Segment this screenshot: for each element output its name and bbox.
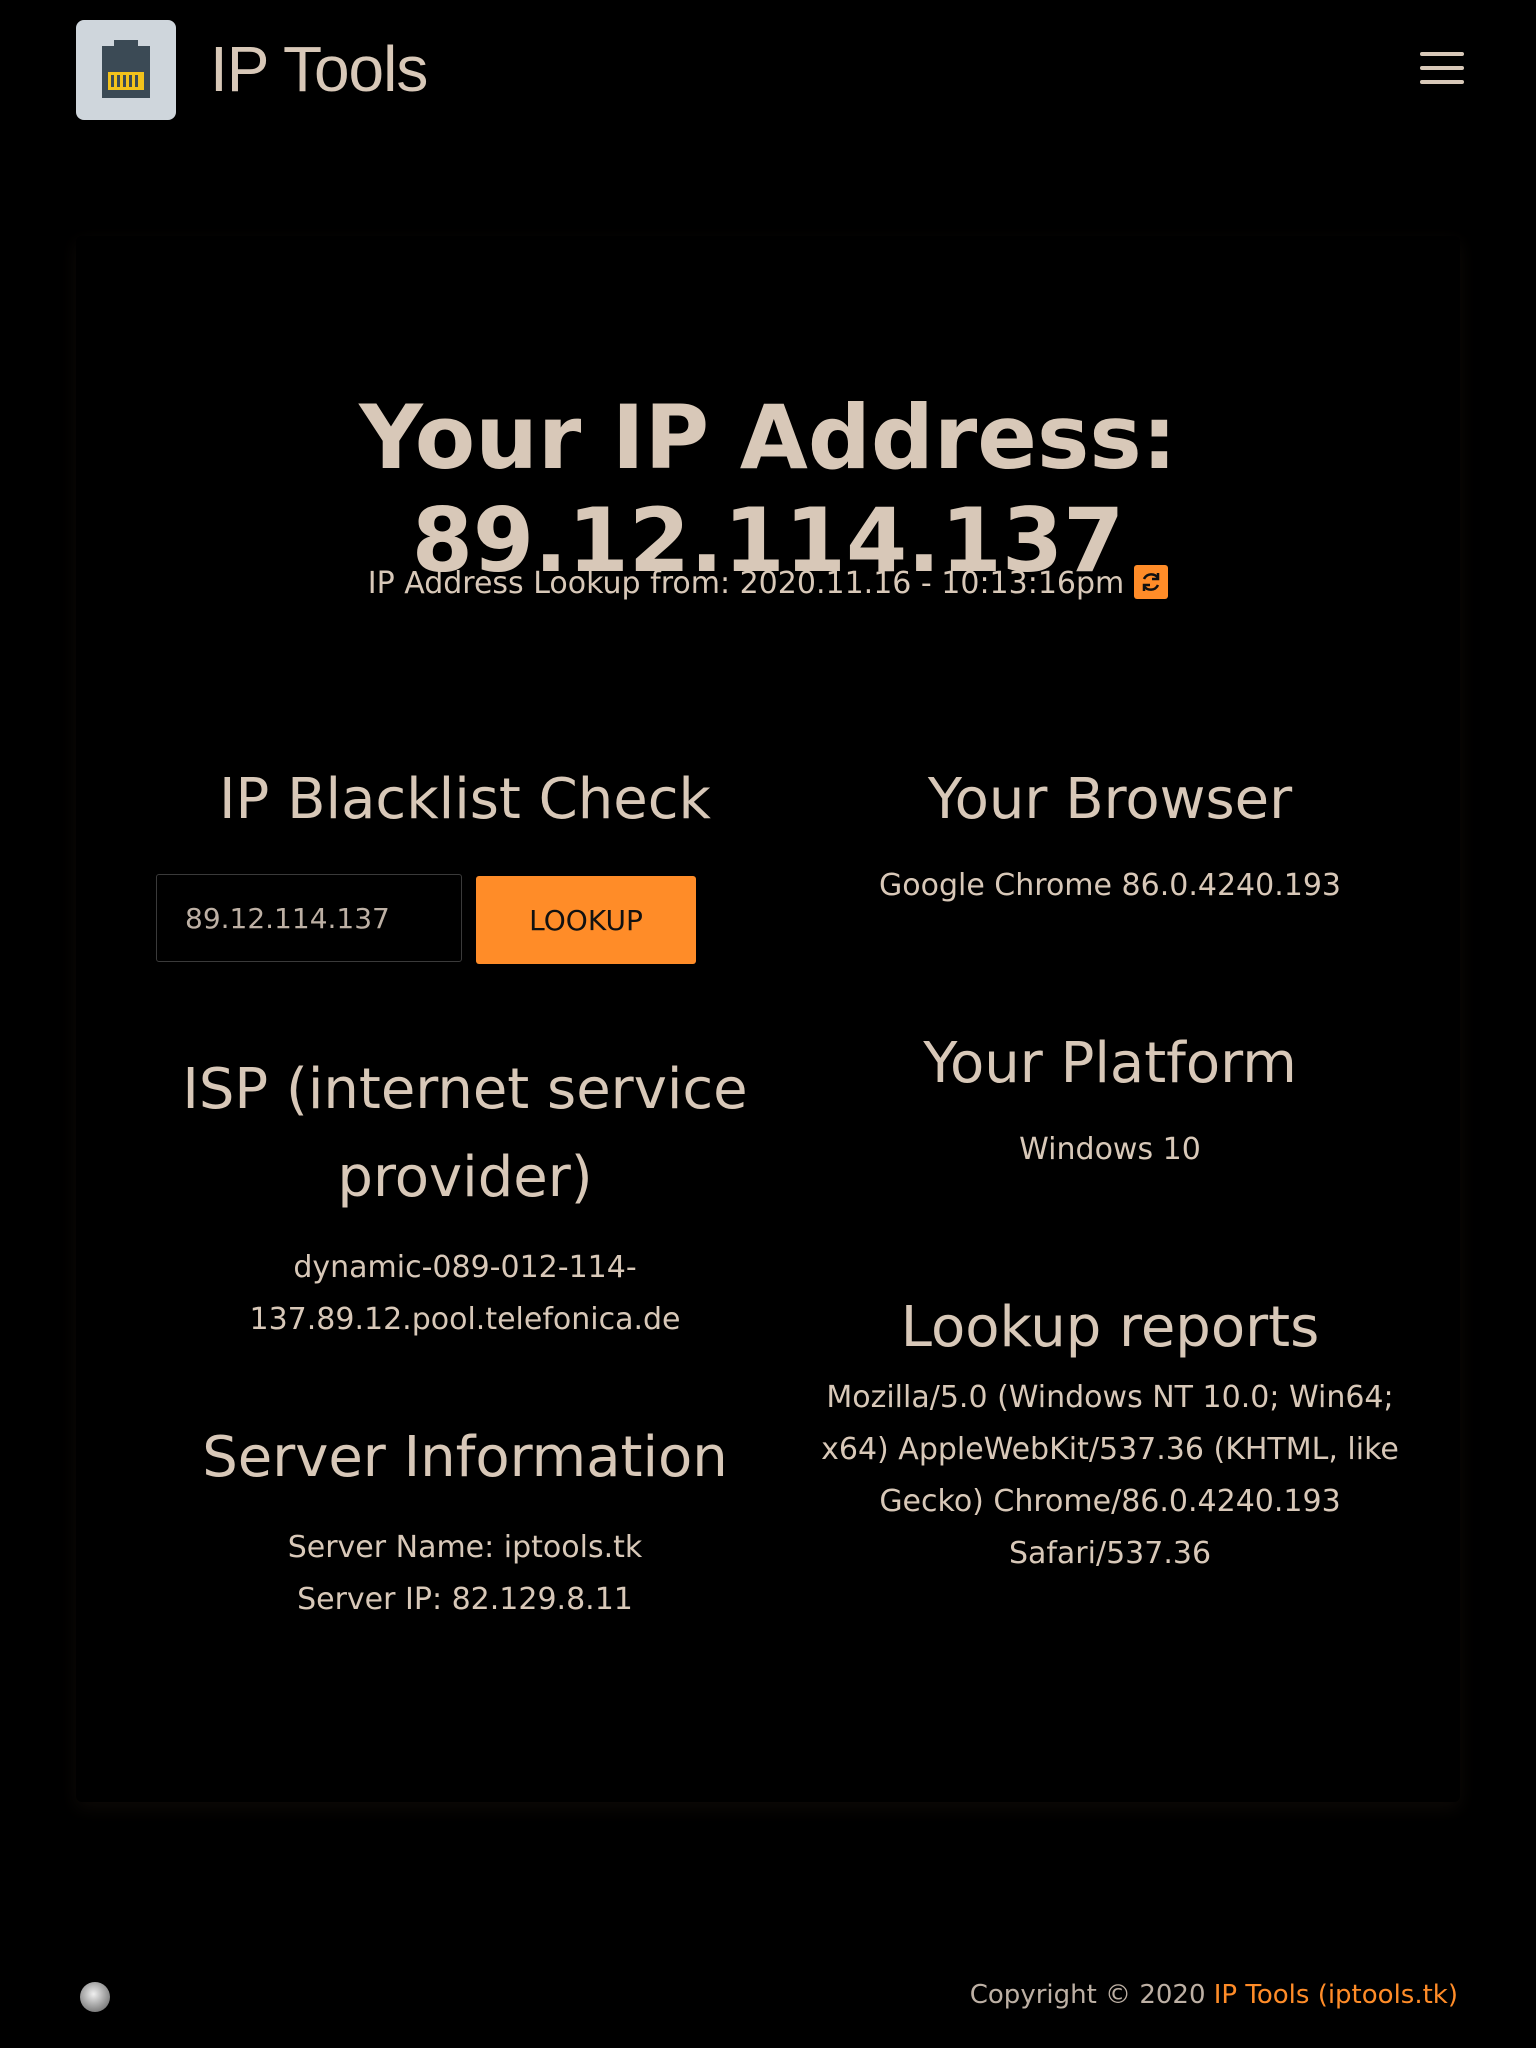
platform-value: Windows 10 [1019, 1132, 1201, 1167]
server-heading: Server Information [202, 1425, 728, 1490]
blacklist-ip-input[interactable] [156, 874, 462, 962]
globe-badge-icon[interactable] [80, 1982, 110, 2012]
server-section: Server Information Server Name: iptools.… [76, 1414, 854, 1626]
isp-heading-line2: provider) [337, 1145, 593, 1210]
reports-line2: x64) AppleWebKit/537.36 (KHTML, like [821, 1432, 1399, 1467]
reports-line4: Safari/537.36 [1008, 1536, 1212, 1571]
server-name: Server Name: iptools.tk [287, 1530, 643, 1565]
platform-heading: Your Platform [923, 1031, 1297, 1096]
server-ip: Server IP: 82.129.8.11 [297, 1582, 633, 1617]
copyright-text: Copyright © 2020 [969, 1980, 1206, 2010]
footer-copyright: Copyright © 2020 IP Tools (iptools.tk) [970, 1980, 1458, 2010]
isp-section: ISP (internet service provider) dynamic-… [76, 1046, 854, 1346]
platform-section: Your Platform Windows 10 [790, 1020, 1430, 1176]
lookup-timestamp-text: IP Address Lookup from: 2020.11.16 - 10:… [367, 566, 1125, 601]
browser-heading: Your Browser [927, 767, 1293, 832]
lookup-timestamp: IP Address Lookup from: 2020.11.16 - 10:… [76, 564, 1460, 602]
footer-site-link[interactable]: IP Tools (iptools.tk) [1214, 1980, 1458, 2010]
reports-line3: Gecko) Chrome/86.0.4240.193 [879, 1484, 1341, 1519]
ethernet-port-icon[interactable] [76, 20, 176, 120]
refresh-icon[interactable] [1134, 564, 1169, 599]
reports-heading: Lookup reports [900, 1295, 1320, 1360]
isp-heading-line1: ISP (internet service [182, 1057, 748, 1122]
isp-value-line1: dynamic-089-012-114- [293, 1250, 637, 1285]
site-header: IP Tools [0, 0, 1536, 140]
ip-address-title: Your IP Address: 89.12.114.137 [359, 386, 1177, 592]
lookup-button[interactable]: LOOKUP [476, 876, 696, 964]
hamburger-menu-icon[interactable] [1420, 52, 1464, 86]
browser-value: Google Chrome 86.0.4240.193 [878, 868, 1341, 903]
site-brand[interactable]: IP Tools [210, 32, 428, 106]
reports-line1: Mozilla/5.0 (Windows NT 10.0; Win64; [826, 1380, 1394, 1415]
browser-section: Your Browser Google Chrome 86.0.4240.193 [790, 756, 1430, 912]
blacklist-heading: IP Blacklist Check [219, 767, 711, 832]
reports-section: Lookup reports Mozilla/5.0 (Windows NT 1… [790, 1284, 1430, 1580]
isp-value-line2: 137.89.12.pool.telefonica.de [249, 1302, 681, 1337]
main-card: Your IP Address: 89.12.114.137 IP Addres… [76, 236, 1460, 1802]
blacklist-heading-wrap: IP Blacklist Check [76, 756, 854, 844]
